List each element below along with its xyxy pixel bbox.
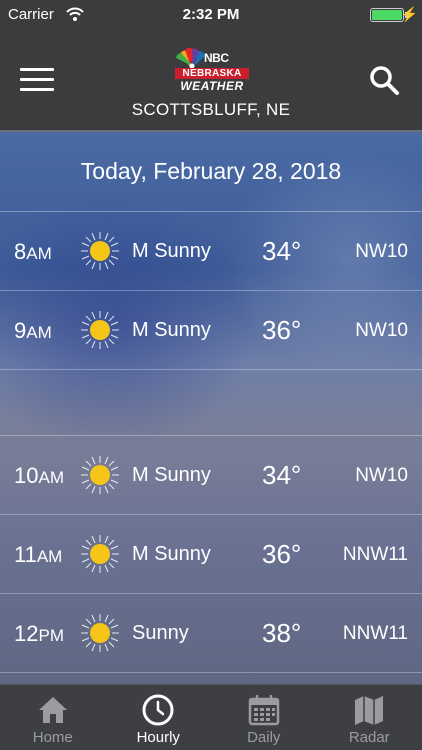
- home-icon: [38, 697, 67, 723]
- sun-icon: [81, 535, 119, 573]
- hour-temperature: 34°: [262, 460, 302, 490]
- hour-time: 8AM: [14, 239, 52, 264]
- menu-button[interactable]: [20, 68, 54, 94]
- hamburger-icon: [20, 68, 54, 71]
- clock-icon: [142, 694, 174, 726]
- battery-icon: [370, 8, 404, 22]
- logo-nbc-text: NBC: [204, 51, 229, 65]
- sun-icon: [81, 456, 119, 494]
- hour-temperature: 36°: [262, 315, 302, 345]
- hour-wind: NW10: [355, 320, 408, 341]
- hour-wind: NNW11: [342, 544, 408, 565]
- tab-home[interactable]: Home: [0, 685, 106, 750]
- hour-row[interactable]: 8AM M Sunny 34° NW10: [0, 212, 422, 291]
- hour-condition: M Sunny: [132, 543, 211, 565]
- hour-temperature: 36°: [262, 539, 302, 569]
- hour-wind: NNW11: [342, 623, 408, 644]
- hour-condition: Sunny: [132, 622, 189, 644]
- hour-time: 11AM: [14, 542, 63, 567]
- app-header: NBC NEBRASKA WEATHER SCOTTSBLUFF, NE: [0, 30, 422, 132]
- search-icon[interactable]: [368, 64, 400, 96]
- sun-icon: [81, 614, 119, 652]
- charging-icon: ⚡: [400, 6, 418, 22]
- tab-radar[interactable]: Radar: [317, 685, 422, 750]
- hour-condition: M Sunny: [132, 464, 211, 486]
- tab-daily[interactable]: Daily: [211, 685, 317, 750]
- logo-nebraska-text: NEBRASKA: [175, 68, 249, 79]
- tab-hourly-label: Hourly: [136, 729, 180, 746]
- tab-daily-label: Daily: [247, 729, 281, 746]
- location-label[interactable]: SCOTTSBLUFF, NE: [0, 100, 422, 120]
- logo-weather-text: WEATHER: [180, 79, 244, 93]
- status-time: 2:32 PM: [182, 6, 240, 23]
- hour-row[interactable]: 11AM M Sunny 36° NNW11: [0, 515, 422, 594]
- tab-hourly[interactable]: Hourly: [106, 685, 212, 750]
- empty-row-divider: [0, 370, 422, 436]
- hour-time: 10AM: [14, 463, 64, 488]
- hour-temperature: 38°: [262, 618, 302, 648]
- hour-time: 9AM: [14, 318, 52, 343]
- sun-icon: [81, 311, 119, 349]
- hourly-forecast-panel[interactable]: Today, February 28, 2018 8AM M Sunny 34°…: [0, 132, 422, 684]
- hour-temperature: 34°: [262, 236, 302, 266]
- hour-condition: M Sunny: [132, 319, 211, 341]
- forecast-date: Today, February 28, 2018: [0, 132, 422, 212]
- tab-home-label: Home: [32, 729, 73, 746]
- hour-row[interactable]: 12PM Sunny 38° NNW11: [0, 594, 422, 673]
- bottom-tab-bar: Home Hourly Daily Radar: [0, 684, 422, 750]
- tab-radar-label: Radar: [348, 729, 390, 746]
- hour-row[interactable]: 10AM M Sunny 34° NW10: [0, 436, 422, 515]
- hour-condition: M Sunny: [132, 240, 211, 262]
- status-bar: Carrier 2:32 PM ⚡: [0, 0, 422, 30]
- sun-icon: [81, 232, 119, 270]
- calendar-icon: [248, 695, 279, 726]
- map-icon: [355, 696, 384, 725]
- hour-row[interactable]: 9AM M Sunny 36° NW10: [0, 291, 422, 370]
- hour-time: 12PM: [14, 621, 64, 646]
- nbc-nebraska-weather-logo: NBC NEBRASKA WEATHER: [172, 48, 252, 96]
- hour-wind: NW10: [355, 465, 408, 486]
- hour-wind: NW10: [355, 241, 408, 262]
